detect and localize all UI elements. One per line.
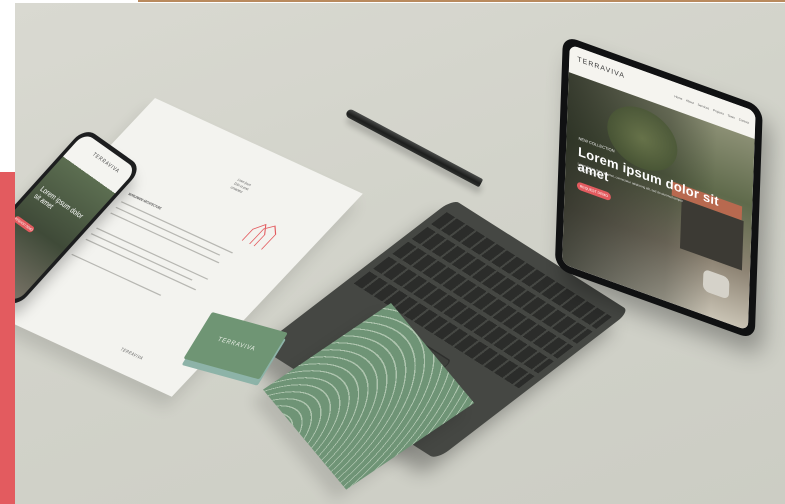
- letterhead-address: Lorem ipsum Dolor sit amet consectetur: [229, 177, 253, 195]
- website-logo[interactable]: TERRAVIVA: [577, 56, 625, 80]
- top-divider: [138, 0, 785, 2]
- hero-cta-button[interactable]: REQUEST DEMO: [576, 181, 612, 202]
- phone-logo: TERRAVIVA: [90, 151, 122, 175]
- house-logo-icon: [241, 223, 277, 250]
- mockup-scene: Lorem ipsum Dolor sit amet consectetur WOR…: [15, 3, 785, 504]
- phone-headline: Lorem ipsum dolor sit amet: [31, 185, 85, 221]
- phone-cta-button[interactable]: REQUEST DEMO: [15, 215, 36, 234]
- stylus-pen: [344, 108, 484, 188]
- letter-line: [90, 233, 193, 281]
- business-card-logo: TERRAVIVA: [215, 336, 257, 353]
- letterhead-footer-logo: TERRAVIVA: [119, 346, 146, 361]
- letter-line: [85, 238, 197, 291]
- accent-bar: [0, 172, 15, 504]
- lounge-chair: [702, 268, 730, 300]
- letter-line: [115, 206, 221, 256]
